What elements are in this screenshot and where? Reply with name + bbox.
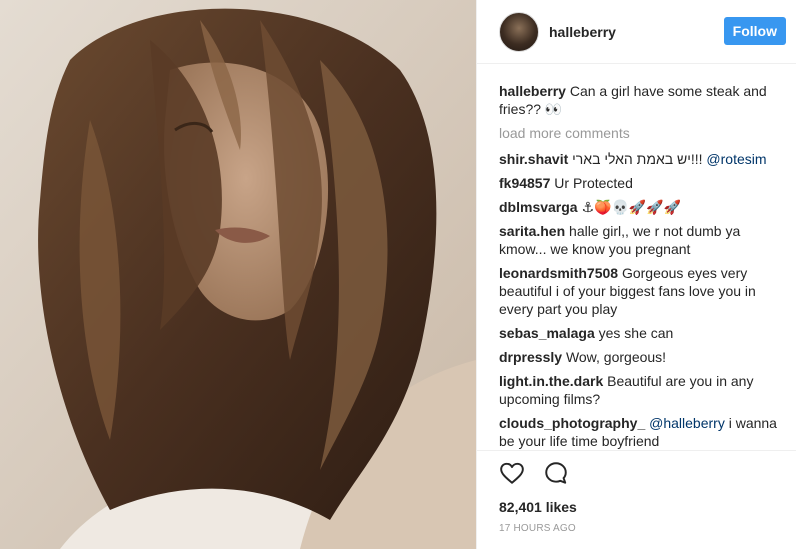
post-photo[interactable]	[0, 0, 476, 549]
caption-username[interactable]: halleberry	[499, 83, 566, 99]
comment-username[interactable]: clouds_photography_	[499, 415, 645, 431]
list-item: drpressly Wow, gorgeous!	[499, 348, 789, 366]
comment-username[interactable]: drpressly	[499, 349, 562, 365]
post-caption: halleberry Can a girl have some steak an…	[499, 82, 789, 118]
list-item: shir.shavit יש באמת האלי בארי!!! @rotesi…	[499, 150, 789, 168]
load-more-comments-link[interactable]: load more comments	[499, 124, 789, 142]
comment-text: yes she can	[598, 325, 674, 341]
list-item: sarita.hen halle girl,, we r not dumb ya…	[499, 222, 789, 258]
action-icons	[499, 461, 775, 485]
instagram-post: halleberry Follow halleberry Can a girl …	[0, 0, 796, 549]
list-item: leonardsmith7508 Gorgeous eyes very beau…	[499, 264, 789, 318]
heart-icon[interactable]	[499, 460, 525, 486]
comment-text: Wow, gorgeous!	[565, 349, 667, 365]
comment-username[interactable]: leonardsmith7508	[499, 265, 618, 281]
post-actions: 82,401 likes 17 HOURS AGO	[477, 450, 796, 534]
comment-mention[interactable]: @halleberry	[649, 415, 725, 431]
avatar[interactable]	[499, 11, 539, 52]
list-item: fk94857 Ur Protected	[499, 174, 789, 192]
list-item: dblmsvarga ⚓🍑💀🚀🚀🚀	[499, 198, 789, 216]
post-author-username[interactable]: halleberry	[549, 24, 616, 40]
list-item: clouds_photography_ @halleberry i wanna …	[499, 414, 789, 450]
comment-username[interactable]: light.in.the.dark	[499, 373, 603, 389]
comment-username[interactable]: fk94857	[499, 175, 550, 191]
comments-list: halleberry Can a girl have some steak an…	[499, 82, 789, 456]
follow-button[interactable]: Follow	[723, 17, 786, 45]
comment-text: Ur Protected	[554, 175, 633, 191]
comment-username[interactable]: shir.shavit	[499, 151, 568, 167]
post-header: halleberry Follow	[477, 0, 796, 64]
comment-text: יש באמת האלי בארי!!!	[572, 151, 703, 167]
post-side-panel: halleberry Follow halleberry Can a girl …	[476, 0, 796, 549]
comment-icon[interactable]	[543, 460, 569, 486]
likes-count[interactable]: 82,401 likes	[499, 499, 775, 515]
post-timestamp[interactable]: 17 HOURS AGO	[499, 523, 775, 534]
comment-text: ⚓🍑💀🚀🚀🚀	[581, 199, 682, 215]
list-item: sebas_malaga yes she can	[499, 324, 789, 342]
comment-mention[interactable]: @rotesim	[706, 151, 766, 167]
comment-username[interactable]: dblmsvarga	[499, 199, 578, 215]
list-item: light.in.the.dark Beautiful are you in a…	[499, 372, 789, 408]
comment-username[interactable]: sebas_malaga	[499, 325, 595, 341]
portrait-image	[0, 0, 476, 549]
comment-username[interactable]: sarita.hen	[499, 223, 565, 239]
